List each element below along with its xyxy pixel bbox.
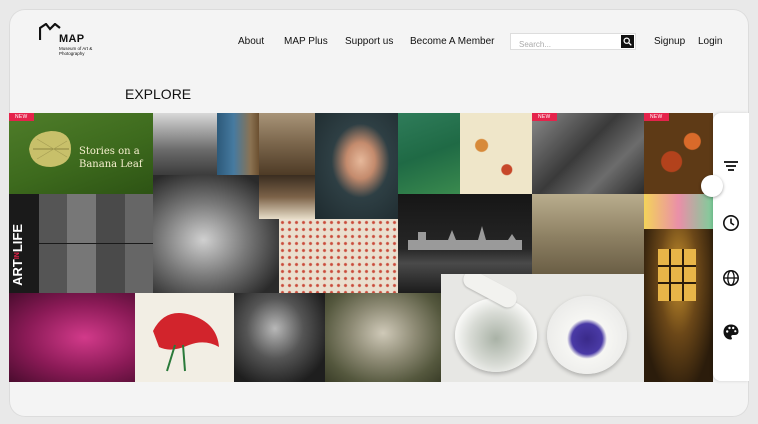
side-panel — [701, 113, 749, 381]
nav-support-us[interactable]: Support us — [345, 36, 393, 47]
tile-illustrated-pattern[interactable] — [460, 113, 532, 194]
tile-dotted-textile[interactable] — [279, 219, 398, 293]
new-badge: NEW — [644, 113, 669, 121]
logo-subtitle: Museum of Art & Photography — [59, 46, 93, 56]
window-grid — [658, 249, 696, 301]
tile-mortar-bowls[interactable] — [441, 274, 644, 382]
tile-sepia-city[interactable] — [532, 194, 644, 274]
tile-red-bird[interactable] — [135, 293, 234, 382]
art-in-life-label: ARTINLIFE — [10, 224, 25, 286]
monument-illustration — [408, 226, 522, 250]
browser-frame: MAP Museum of Art & Photography About MA… — [9, 9, 749, 417]
new-badge: NEW — [532, 113, 557, 121]
clock-icon[interactable] — [722, 214, 740, 232]
nav-become-member[interactable]: Become A Member — [410, 36, 494, 47]
new-badge: NEW — [9, 113, 34, 121]
tile-woman-bw[interactable] — [234, 293, 325, 382]
search-input[interactable] — [511, 37, 611, 52]
logo-text: MAP — [59, 33, 85, 45]
mortar-bowl — [455, 298, 537, 372]
tile-green-painting[interactable] — [398, 113, 460, 194]
banana-leaf-illustration — [29, 131, 71, 167]
search-button[interactable] — [621, 35, 634, 48]
tile-spoon-bowl[interactable] — [259, 175, 315, 219]
explore-mosaic: NEW Stories on a Banana Leaf NEW NEW ART… — [9, 113, 713, 382]
tile-blue-doors[interactable] — [217, 113, 259, 175]
portrait-divider — [39, 243, 153, 244]
tile-woman-headscarf[interactable] — [315, 113, 398, 219]
palette-icon[interactable] — [722, 323, 740, 341]
tile-art-in-life[interactable]: ARTINLIFE — [9, 194, 153, 293]
tile-title: Stories on a Banana Leaf — [79, 146, 143, 170]
login-link[interactable]: Login — [698, 36, 722, 47]
tile-wooden-frame[interactable] — [259, 113, 315, 175]
map-logo[interactable]: MAP Museum of Art & Photography — [39, 23, 99, 63]
tile-pink-room[interactable] — [9, 293, 135, 382]
nav-map-plus[interactable]: MAP Plus — [284, 36, 328, 47]
tile-lit-window[interactable] — [644, 229, 713, 382]
logo-mark-icon — [39, 23, 61, 40]
page-title: EXPLORE — [125, 86, 192, 102]
tile-crowd-photo[interactable]: NEW — [532, 113, 644, 194]
blue-pigment-bowl — [547, 296, 627, 374]
red-bird-illustration — [153, 313, 219, 372]
search-icon — [623, 37, 632, 46]
globe-icon[interactable] — [722, 269, 740, 287]
panel-toggle[interactable] — [701, 175, 723, 197]
signup-link[interactable]: Signup — [654, 36, 685, 47]
tile-stories-banana-leaf[interactable]: NEW Stories on a Banana Leaf — [9, 113, 153, 194]
nav-about[interactable]: About — [238, 36, 264, 47]
tile-dust-figure[interactable] — [325, 293, 441, 382]
search-box — [510, 33, 636, 52]
filter-lines-icon[interactable] — [722, 157, 740, 175]
tile-colorful-illustration[interactable] — [644, 194, 713, 229]
tile-portrait-chair[interactable] — [153, 113, 217, 175]
